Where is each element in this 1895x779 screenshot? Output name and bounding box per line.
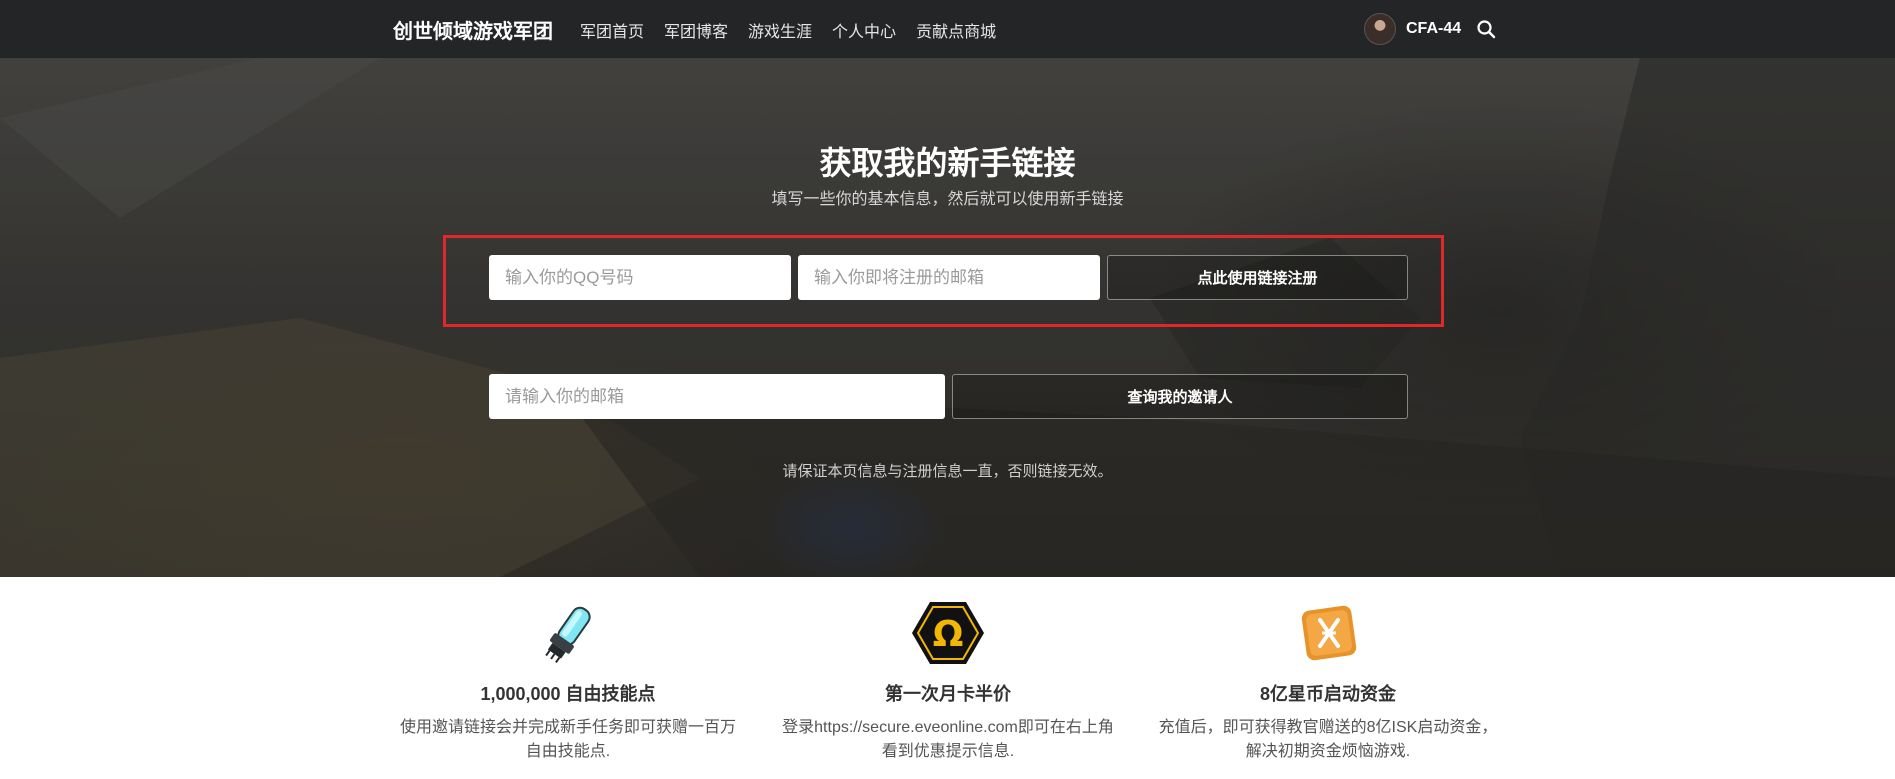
feature-description: 使用邀请链接会并完成新手任务即可获赠一百万 自由技能点.	[398, 716, 738, 764]
feature-monthly-card: Ω 第一次月卡半价 登录https://secure.eveonline.com…	[778, 600, 1118, 764]
feature-title: 8亿星币启动资金	[1259, 684, 1396, 704]
svg-text:Ω: Ω	[933, 614, 964, 655]
register-email-input[interactable]	[798, 255, 1100, 300]
top-navbar: 创世倾域游戏军团 军团首页 军团博客 游戏生涯 个人中心 贡献点商城 CFA-4…	[0, 0, 1895, 58]
register-with-link-button[interactable]: 点此使用链接注册	[1107, 255, 1408, 300]
nav-item-game-career[interactable]: 游戏生涯	[748, 18, 812, 42]
feature-description-line: 使用邀请链接会并完成新手任务即可获赠一百万	[399, 719, 736, 736]
feature-description-line: 充值后，即可获得教官赠送的8亿ISK启动资金，	[1158, 719, 1498, 736]
nav-item-home[interactable]: 军团首页	[580, 18, 644, 42]
nav-item-blog[interactable]: 军团博客	[664, 18, 728, 42]
nav-item-personal-center[interactable]: 个人中心	[832, 18, 896, 42]
skill-injector-icon	[545, 606, 591, 663]
feature-description: 登录https://secure.eveonline.com即可在右上角 看到优…	[778, 716, 1118, 764]
avatar[interactable]	[1364, 13, 1396, 45]
feature-description: 充值后，即可获得教官赠送的8亿ISK启动资金， 解决初期资金烦恼游戏.	[1158, 716, 1498, 764]
feature-description-line: 登录https://secure.eveonline.com即可在右上角	[782, 719, 1114, 736]
feature-description-line: 自由技能点.	[525, 743, 611, 760]
brand-logo-text[interactable]: 创世倾域游戏军团	[393, 15, 553, 44]
page-title: 获取我的新手链接	[819, 145, 1076, 181]
feature-title: 1,000,000 自由技能点	[480, 684, 656, 704]
isk-cube-icon	[1301, 605, 1357, 661]
search-icon[interactable]	[1476, 19, 1496, 39]
hero-banner: 获取我的新手链接 填写一些你的基本信息，然后就可以使用新手链接 点此使用链接注册…	[0, 58, 1895, 577]
feature-title: 第一次月卡半价	[885, 684, 1011, 704]
qq-number-input[interactable]	[489, 255, 791, 300]
omega-hexagon-icon: Ω	[912, 602, 984, 664]
feature-description-line: 解决初期资金烦恼游戏.	[1245, 743, 1411, 760]
user-menu[interactable]: CFA-44	[1364, 13, 1461, 45]
main-nav: 军团首页 军团博客 游戏生涯 个人中心 贡献点商城	[580, 18, 1016, 42]
page-subtitle: 填写一些你的基本信息，然后就可以使用新手链接	[771, 191, 1124, 208]
nav-item-points-shop[interactable]: 贡献点商城	[916, 18, 996, 42]
feature-skill-points: 1,000,000 自由技能点 使用邀请链接会并完成新手任务即可获赠一百万 自由…	[398, 600, 738, 764]
query-email-input[interactable]	[489, 374, 945, 419]
feature-startup-isk: 8亿星币启动资金 充值后，即可获得教官赠送的8亿ISK启动资金， 解决初期资金烦…	[1158, 600, 1498, 764]
feature-description-line: 看到优惠提示信息.	[881, 743, 1015, 760]
notice-text: 请保证本页信息与注册信息一直，否则链接无效。	[782, 463, 1113, 480]
username[interactable]: CFA-44	[1406, 20, 1461, 38]
query-inviter-button[interactable]: 查询我的邀请人	[952, 374, 1408, 419]
